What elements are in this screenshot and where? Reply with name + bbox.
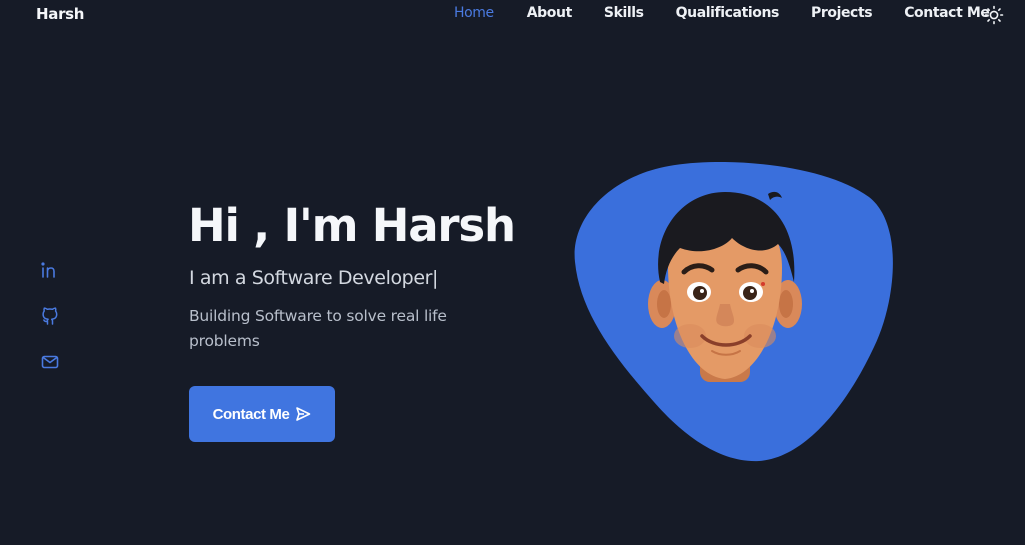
github-link[interactable] — [40, 306, 60, 326]
theme-toggle-button[interactable] — [984, 5, 1004, 25]
nav-item-qualifications[interactable]: Qualifications — [676, 5, 780, 21]
linkedin-icon — [41, 262, 55, 278]
sun-icon — [984, 5, 1004, 25]
contact-me-button[interactable]: Contact Me — [189, 386, 335, 442]
nav-item-about[interactable]: About — [527, 5, 573, 21]
hero-subtitle: I am a Software Developer| — [189, 264, 438, 292]
nav-item-skills[interactable]: Skills — [604, 5, 644, 21]
typing-caret: | — [432, 267, 439, 289]
hero-description: Building Software to solve real life pro… — [189, 307, 447, 350]
github-icon — [42, 307, 58, 325]
social-links — [40, 260, 60, 398]
profile-avatar — [648, 191, 802, 382]
nav-item-home[interactable]: Home — [454, 5, 494, 21]
hero-subtitle-text: I am a Software Developer — [189, 267, 433, 289]
hero-title: Hi , I'm Harsh — [188, 199, 516, 252]
nav-item-contact[interactable]: Contact Me — [904, 5, 990, 21]
linkedin-link[interactable] — [40, 260, 60, 280]
mail-icon — [41, 355, 59, 369]
nav-item-projects[interactable]: Projects — [811, 5, 873, 21]
portfolio-page: Harsh Home About Skills Qualifications P… — [0, 0, 1025, 545]
contact-me-button-label: Contact Me — [212, 405, 290, 423]
site-logo[interactable]: Harsh — [36, 5, 84, 23]
email-link[interactable] — [40, 352, 60, 372]
send-icon — [296, 407, 311, 421]
main-nav: Home About Skills Qualifications Project… — [454, 5, 990, 21]
